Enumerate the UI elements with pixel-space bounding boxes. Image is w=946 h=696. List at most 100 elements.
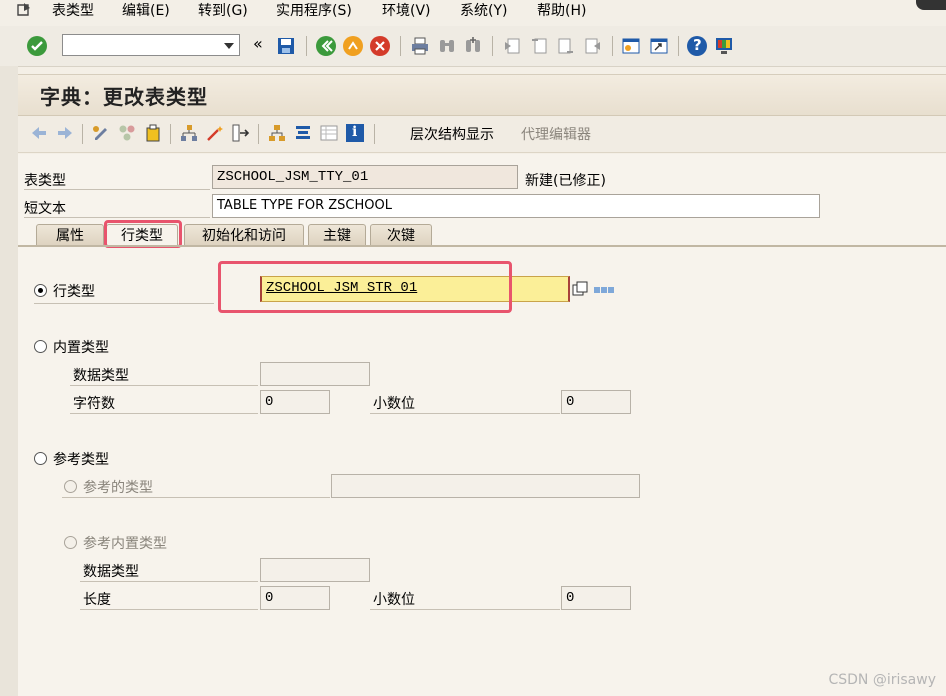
navigate-icon[interactable]	[232, 124, 250, 142]
decimals-label: 小数位	[373, 396, 415, 412]
ref-builtin-radio	[64, 536, 77, 549]
ref-type-label: 参考类型	[53, 452, 109, 468]
left-frame	[0, 66, 18, 696]
stack-icon[interactable]	[294, 124, 312, 142]
ref-to-type-label: 参考的类型	[83, 480, 153, 496]
tab-secondary-key[interactable]: 次键	[370, 224, 432, 246]
ref-type-radio[interactable]	[34, 452, 47, 465]
help-icon[interactable]: ?	[687, 36, 707, 56]
row-type-radio[interactable]	[34, 284, 47, 297]
standard-toolbar: « ?	[0, 26, 946, 67]
builtin-type-label: 内置类型	[53, 340, 109, 356]
more-icon[interactable]	[594, 286, 614, 294]
ref-data-type-field	[260, 558, 370, 582]
find-next-icon[interactable]	[463, 36, 483, 56]
separator	[492, 36, 493, 56]
ref-length-field: 0	[260, 586, 330, 610]
divider	[370, 413, 560, 414]
prev-page-icon[interactable]	[529, 36, 549, 56]
page-title: 字典：更改表类型	[40, 85, 208, 109]
menu-utilities[interactable]: 实用程序(S)	[276, 0, 352, 22]
divider	[62, 497, 330, 498]
table-type-field: ZSCHOOL_JSM_TTY_01	[212, 165, 518, 189]
builtin-type-radio[interactable]	[34, 340, 47, 353]
other-object-icon[interactable]	[118, 124, 136, 142]
hierarchy-display-button[interactable]: 层次结构显示	[410, 124, 494, 144]
menu-shortcut-icon[interactable]	[16, 2, 34, 18]
back-icon[interactable]	[316, 36, 336, 56]
menu-system[interactable]: 系统(Y)	[460, 0, 507, 22]
separator	[306, 36, 307, 56]
double-chevron-left-icon[interactable]: «	[253, 34, 263, 53]
ref-length-label: 长度	[83, 592, 111, 608]
separator	[82, 124, 83, 144]
divider	[80, 581, 258, 582]
decimals-field: 0	[561, 390, 631, 414]
display-change-icon[interactable]	[92, 124, 110, 142]
tab-divider	[18, 245, 946, 247]
tab-init-access[interactable]: 初始化和访问	[184, 224, 304, 246]
last-page-icon[interactable]	[583, 36, 603, 56]
menu-edit[interactable]: 编辑(E)	[122, 0, 170, 22]
next-page-icon[interactable]	[556, 36, 576, 56]
row-type-highlight	[218, 261, 512, 313]
first-page-icon[interactable]	[502, 36, 522, 56]
command-field[interactable]	[62, 34, 240, 56]
window-corner	[916, 0, 946, 10]
divider	[24, 217, 210, 218]
divider	[70, 385, 258, 386]
data-type-label: 数据类型	[73, 368, 129, 384]
length-label: 字符数	[73, 396, 115, 412]
tab-attributes[interactable]: 属性	[36, 224, 104, 246]
hierarchy-icon[interactable]	[268, 124, 286, 142]
row-type-label: 行类型	[53, 284, 95, 300]
ref-to-type-field	[331, 474, 640, 498]
shortcut-icon[interactable]	[649, 36, 669, 56]
cancel-icon[interactable]	[370, 36, 390, 56]
menu-goto[interactable]: 转到(G)	[198, 0, 248, 22]
forward-arrow-icon[interactable]	[56, 124, 74, 142]
divider	[24, 189, 210, 190]
tab-highlight	[104, 220, 182, 248]
proxy-editor-button[interactable]: 代理编辑器	[521, 124, 591, 144]
info-icon[interactable]: i	[346, 124, 364, 142]
menu-help[interactable]: 帮助(H)	[537, 0, 586, 22]
menu-bar: 表类型 编辑(E) 转到(G) 实用程序(S) 环境(V) 系统(Y) 帮助(H…	[0, 0, 946, 26]
separator	[374, 124, 375, 144]
back-arrow-icon[interactable]	[30, 124, 48, 142]
application-toolbar: i 层次结构显示 代理编辑器	[18, 116, 946, 153]
separator	[400, 36, 401, 56]
title-bar: 字典：更改表类型	[18, 74, 946, 116]
separator	[170, 124, 171, 144]
divider	[370, 609, 560, 610]
tab-primary-key[interactable]: 主键	[308, 224, 366, 246]
ref-decimals-field: 0	[561, 586, 631, 610]
table-type-label: 表类型	[24, 173, 66, 189]
separator	[678, 36, 679, 56]
list-view-icon[interactable]	[320, 124, 338, 142]
data-type-field	[260, 362, 370, 386]
divider	[80, 609, 258, 610]
find-icon[interactable]	[437, 36, 457, 56]
short-text-input[interactable]: TABLE TYPE FOR ZSCHOOL	[212, 194, 820, 218]
create-session-icon[interactable]	[621, 36, 641, 56]
short-text-label: 短文本	[24, 201, 66, 217]
where-used-icon[interactable]	[180, 124, 198, 142]
menu-table-type[interactable]: 表类型	[52, 0, 94, 22]
copy-icon[interactable]	[572, 281, 588, 297]
length-field: 0	[260, 390, 330, 414]
ref-to-type-radio	[64, 480, 77, 493]
watermark: CSDN @irisawy	[828, 672, 936, 688]
activate-icon[interactable]	[144, 124, 162, 142]
save-icon[interactable]	[276, 36, 296, 56]
magic-wand-icon[interactable]	[206, 124, 224, 142]
divider	[34, 303, 214, 304]
customize-icon[interactable]	[714, 36, 734, 56]
print-icon[interactable]	[410, 36, 430, 56]
menu-environment[interactable]: 环境(V)	[382, 0, 431, 22]
separator	[258, 124, 259, 144]
ref-builtin-label: 参考内置类型	[83, 536, 167, 552]
chevron-down-icon[interactable]	[224, 43, 234, 49]
exit-icon[interactable]	[343, 36, 363, 56]
enter-icon[interactable]	[27, 36, 47, 56]
